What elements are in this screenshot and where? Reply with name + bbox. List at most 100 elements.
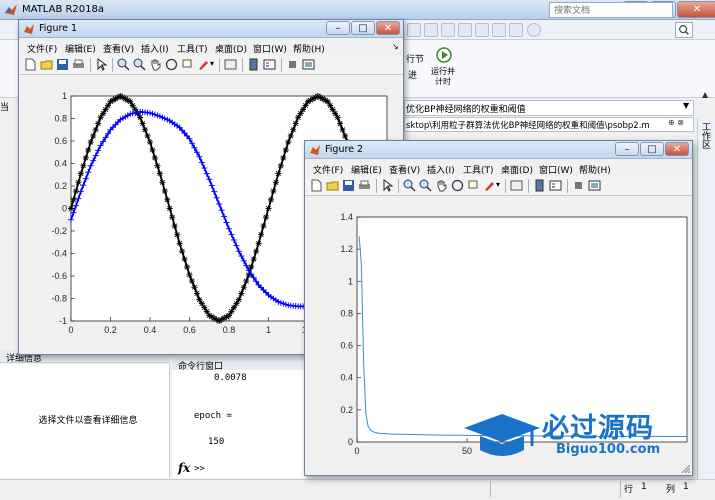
resize-grip-icon[interactable]: [682, 465, 690, 473]
run-and-time-label[interactable]: 运行并计时: [430, 67, 456, 87]
save-icon[interactable]: [56, 58, 69, 71]
current-folder-tab[interactable]: 当: [0, 100, 18, 130]
menu-desktop[interactable]: 桌面(D): [215, 42, 247, 55]
minimize-button[interactable]: –: [615, 142, 639, 156]
menu-window[interactable]: 窗口(W): [539, 163, 573, 176]
copy-icon[interactable]: [458, 23, 472, 37]
hide-plot-tools-icon[interactable]: [572, 179, 585, 192]
function-browser-icon[interactable]: fx: [178, 461, 190, 475]
paste-icon[interactable]: [475, 23, 489, 37]
command-output-line: 150: [208, 437, 225, 447]
print-icon[interactable]: [358, 179, 371, 192]
path-options-icon[interactable]: ⊕ ⊗: [668, 118, 684, 127]
figure-1-titlebar[interactable]: Figure 1 – □ ✕: [19, 20, 403, 38]
data-point: [260, 222, 267, 229]
data-point: [82, 154, 89, 161]
chevron-down-icon[interactable]: ▼: [683, 101, 689, 110]
search-icon[interactable]: [675, 22, 693, 38]
menu-desktop[interactable]: 桌面(D): [501, 163, 533, 176]
close-button[interactable]: ✕: [665, 142, 689, 156]
new-figure-icon[interactable]: [310, 179, 323, 192]
pan-icon[interactable]: [435, 179, 448, 192]
open-file-icon[interactable]: [40, 58, 53, 71]
print-icon[interactable]: [72, 58, 85, 71]
insert-legend-icon[interactable]: [263, 58, 276, 71]
data-point: [147, 139, 153, 146]
workspace-side-tab[interactable]: [697, 118, 715, 498]
collapse-ribbon-icon[interactable]: ▲: [702, 90, 708, 99]
brush-icon[interactable]: [483, 179, 496, 192]
maximize-button[interactable]: □: [351, 21, 375, 35]
show-plot-tools-icon[interactable]: [588, 179, 601, 192]
run-section-button[interactable]: 行节: [406, 52, 424, 65]
menu-window[interactable]: 窗口(W): [253, 42, 287, 55]
link-plot-icon[interactable]: [224, 58, 237, 71]
insert-colorbar-icon[interactable]: [533, 179, 546, 192]
menu-help[interactable]: 帮助(H): [293, 42, 325, 55]
pan-icon[interactable]: [149, 58, 162, 71]
run-and-time-icon[interactable]: [434, 44, 454, 64]
menu-file[interactable]: 文件(F): [313, 163, 343, 176]
cut-icon[interactable]: [441, 23, 455, 37]
figure-2-toolbar: ▾: [305, 176, 692, 196]
data-point: [142, 126, 149, 133]
redo-icon[interactable]: [424, 23, 438, 37]
zoom-out-icon[interactable]: [133, 58, 146, 71]
switch-windows-icon[interactable]: [509, 23, 523, 37]
menubar-dock-icon[interactable]: ↘: [392, 42, 399, 51]
matlab-figure-icon: [310, 145, 320, 155]
data-cursor-icon[interactable]: [181, 58, 194, 71]
pointer-icon[interactable]: [381, 179, 394, 192]
close-button[interactable]: ✕: [677, 1, 715, 18]
data-cursor-icon[interactable]: [467, 179, 480, 192]
menu-view[interactable]: 查看(V): [103, 42, 134, 55]
minimize-button[interactable]: –: [326, 21, 350, 35]
brush-dropdown-icon[interactable]: ▾: [496, 180, 500, 189]
pointer-icon[interactable]: [95, 58, 108, 71]
rotate-3d-icon[interactable]: [451, 179, 464, 192]
data-point: [179, 248, 186, 255]
menu-edit[interactable]: 编辑(E): [65, 42, 96, 55]
data-point: [161, 188, 168, 195]
figure-2-titlebar[interactable]: Figure 2 – □ ✕: [305, 141, 692, 159]
toolbar-separator: [281, 58, 282, 72]
new-figure-icon[interactable]: [24, 58, 37, 71]
close-icon: ✕: [692, 4, 702, 15]
data-point: [92, 126, 99, 133]
show-plot-tools-icon[interactable]: [302, 58, 315, 71]
menu-file[interactable]: 文件(F): [27, 42, 57, 55]
rotate-3d-icon[interactable]: [165, 58, 178, 71]
brush-icon[interactable]: [197, 58, 210, 71]
data-point: [164, 196, 171, 203]
maximize-button[interactable]: □: [640, 142, 664, 156]
menu-help[interactable]: 帮助(H): [579, 163, 611, 176]
help-icon[interactable]: [527, 23, 541, 37]
menu-tools[interactable]: 工具(T): [463, 163, 494, 176]
search-documentation-input[interactable]: [549, 2, 673, 18]
y-tick-label: 0.6: [340, 341, 353, 351]
zoom-in-icon[interactable]: [117, 58, 130, 71]
command-window[interactable]: [172, 370, 306, 478]
open-file-icon[interactable]: [326, 179, 339, 192]
menu-insert[interactable]: 插入(I): [141, 42, 169, 55]
menu-tools[interactable]: 工具(T): [177, 42, 208, 55]
menu-edit[interactable]: 编辑(E): [351, 163, 382, 176]
link-plot-icon[interactable]: [510, 179, 523, 192]
insert-colorbar-icon[interactable]: [247, 58, 260, 71]
menu-insert[interactable]: 插入(I): [427, 163, 455, 176]
row-label: 行: [624, 485, 634, 495]
command-prompt[interactable]: >>: [194, 464, 205, 474]
hide-plot-tools-icon[interactable]: [286, 58, 299, 71]
brush-dropdown-icon[interactable]: ▾: [210, 59, 214, 68]
print-icon[interactable]: [492, 23, 506, 37]
close-button[interactable]: ✕: [376, 21, 400, 35]
y-tick-label: 1: [62, 91, 67, 101]
zoom-out-icon[interactable]: [419, 179, 432, 192]
insert-legend-icon[interactable]: [549, 179, 562, 192]
zoom-in-icon[interactable]: [403, 179, 416, 192]
menu-view[interactable]: 查看(V): [389, 163, 420, 176]
undo-icon[interactable]: [407, 23, 421, 37]
run-advance-button[interactable]: 进: [408, 68, 417, 81]
save-icon[interactable]: [342, 179, 355, 192]
data-point: [90, 132, 97, 139]
